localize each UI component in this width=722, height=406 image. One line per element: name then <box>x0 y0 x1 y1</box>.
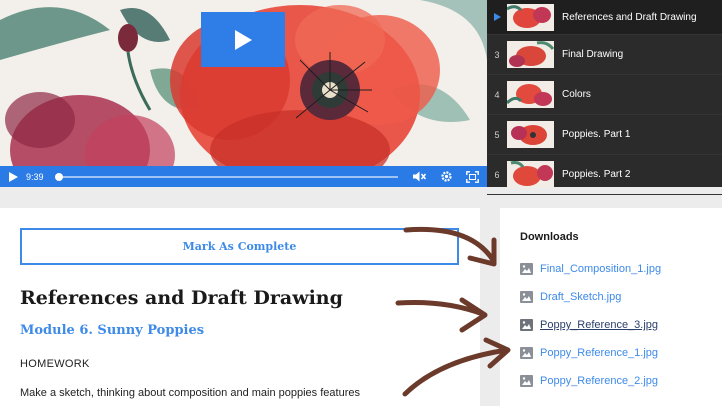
playlist-item-title: Poppies. Part 2 <box>562 169 631 180</box>
downloads-list: Final_Composition_1.jpg Draft_Sketch.jpg… <box>520 255 661 395</box>
download-file-name: Poppy_Reference_2.jpg <box>540 375 659 387</box>
download-link-final-composition-1[interactable]: Final_Composition_1.jpg <box>520 255 661 283</box>
download-link-poppy-reference-1[interactable]: Poppy_Reference_1.jpg <box>520 339 661 367</box>
playlist-item-number: 5 <box>494 129 500 140</box>
playlist-thumbnail <box>507 161 554 188</box>
image-file-icon <box>520 375 533 387</box>
playlist-item-poppies-part-1[interactable]: 5 Poppies. Part 1 <box>487 115 722 155</box>
download-file-name: Final_Composition_1.jpg <box>540 263 662 275</box>
downloads-panel: Downloads Final_Composition_1.jpg Draft_… <box>500 208 722 406</box>
now-playing-icon <box>493 13 501 21</box>
playlist-item-title: Colors <box>562 89 591 100</box>
playlist-item-references-and-draft-drawing[interactable]: References and Draft Drawing <box>487 0 722 35</box>
play-button-large[interactable] <box>201 12 285 67</box>
mute-button[interactable] <box>412 169 428 185</box>
play-icon <box>8 171 18 182</box>
video-player[interactable]: 9:39 <box>0 0 487 187</box>
playlist-item-number: 6 <box>494 169 500 180</box>
fullscreen-button[interactable] <box>464 169 480 185</box>
player-controls: 9:39 <box>0 166 487 187</box>
playlist-item-number: 3 <box>494 49 500 60</box>
playlist-thumbnail <box>507 41 554 68</box>
lesson-content: Mark As Complete References and Draft Dr… <box>0 208 480 406</box>
progress-handle[interactable] <box>55 172 63 181</box>
homework-description: Make a sketch, thinking about compositio… <box>20 387 360 399</box>
playlist-item-colors[interactable]: 4 Colors <box>487 75 722 115</box>
image-file-icon <box>520 291 533 303</box>
module-title: Module 6. Sunny Poppies <box>20 323 205 338</box>
playlist-thumbnail <box>507 81 554 108</box>
playlist-thumbnail <box>507 121 554 148</box>
image-file-icon <box>520 263 533 275</box>
settings-button[interactable] <box>438 169 454 185</box>
download-file-name: Poppy_Reference_3.jpg <box>540 319 659 331</box>
fullscreen-icon <box>465 170 479 183</box>
download-file-name: Poppy_Reference_1.jpg <box>540 347 659 359</box>
lesson-page: 9:39 References and Draft Drawing 3 Fina… <box>0 0 722 406</box>
lesson-title: References and Draft Drawing <box>20 287 343 309</box>
playlist-item-title: Poppies. Part 1 <box>562 129 631 140</box>
playlist-item-final-drawing[interactable]: 3 Final Drawing <box>487 35 722 75</box>
download-link-poppy-reference-3[interactable]: Poppy_Reference_3.jpg <box>520 311 661 339</box>
download-file-name: Draft_Sketch.jpg <box>540 291 622 303</box>
volume-muted-icon <box>413 171 427 182</box>
playlist-item-poppies-part-2[interactable]: 6 Poppies. Part 2 <box>487 155 722 195</box>
playlist-item-title: Final Drawing <box>562 49 624 60</box>
playlist-thumbnail <box>507 3 554 31</box>
downloads-heading: Downloads <box>520 231 579 243</box>
download-link-draft-sketch[interactable]: Draft_Sketch.jpg <box>520 283 661 311</box>
play-toggle-button[interactable] <box>0 166 26 187</box>
current-time: 9:39 <box>26 171 44 182</box>
playlist-item-number: 4 <box>494 89 500 100</box>
playlist-item-title: References and Draft Drawing <box>562 11 697 23</box>
image-file-icon <box>520 319 533 331</box>
lesson-playlist: References and Draft Drawing 3 Final Dra… <box>487 0 722 195</box>
progress-bar[interactable] <box>55 172 398 181</box>
image-file-icon <box>520 347 533 359</box>
download-link-poppy-reference-2[interactable]: Poppy_Reference_2.jpg <box>520 367 661 395</box>
play-icon <box>235 29 252 50</box>
gear-icon <box>440 171 452 182</box>
homework-heading: HOMEWORK <box>20 358 90 370</box>
mark-as-complete-button[interactable]: Mark As Complete <box>20 228 459 265</box>
